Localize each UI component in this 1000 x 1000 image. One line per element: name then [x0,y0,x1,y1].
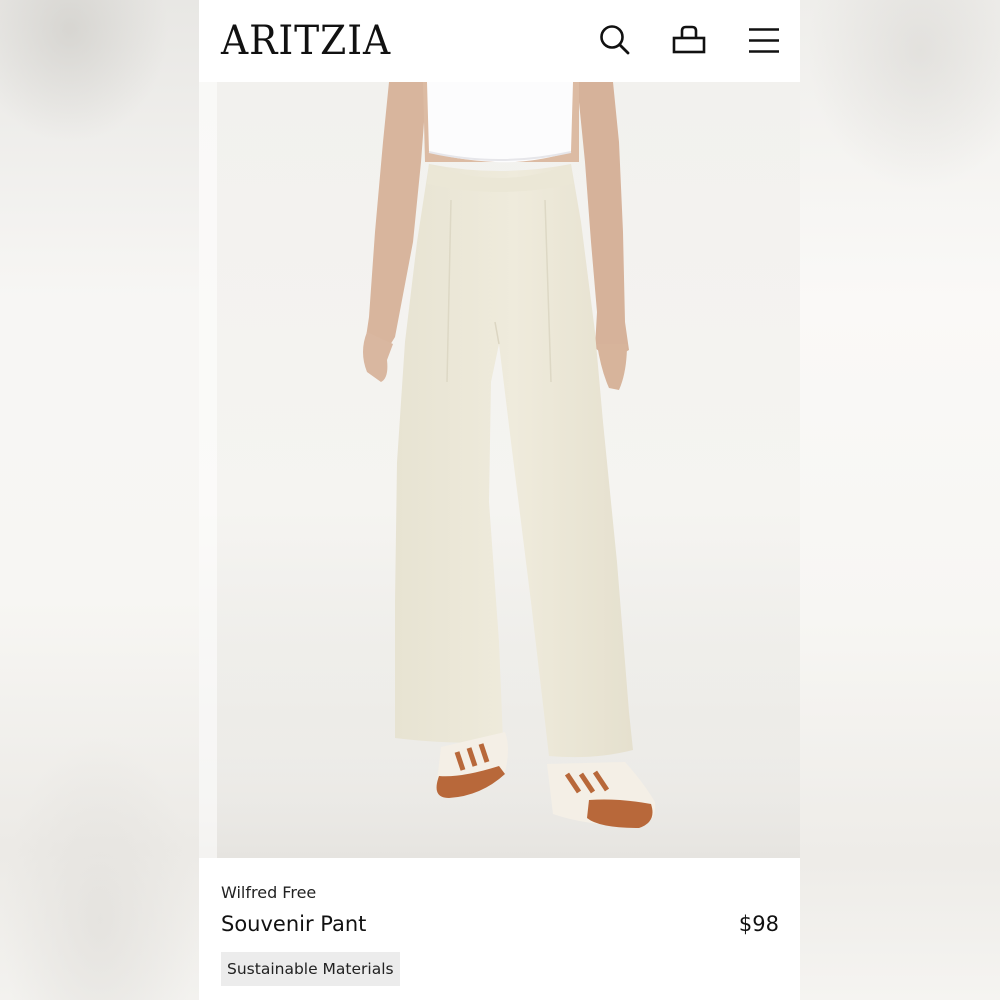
product-info: Wilfred Free Souvenir Pant $98 Sustainab… [199,858,800,1000]
search-icon[interactable] [595,20,635,60]
product-brand[interactable]: Wilfred Free [221,883,316,902]
product-price: $98 [738,912,779,936]
product-photo[interactable] [199,82,800,858]
right-hand [597,344,627,390]
product-name[interactable]: Souvenir Pant [221,912,366,936]
blurred-background-left [0,0,199,1000]
sustainable-badge: Sustainable Materials [221,952,400,986]
site-header: ARITZIA [199,0,800,82]
product-card-screen: ARITZIA Wilfred Free Souvenir Pant $98 S… [199,0,800,1000]
menu-icon[interactable] [744,20,784,60]
shopping-bag-icon[interactable] [669,20,709,60]
brand-logo[interactable]: ARITZIA [221,18,391,64]
product-photo-illustration [199,82,800,858]
white-top [427,82,573,163]
blurred-background-right [800,0,1000,1000]
